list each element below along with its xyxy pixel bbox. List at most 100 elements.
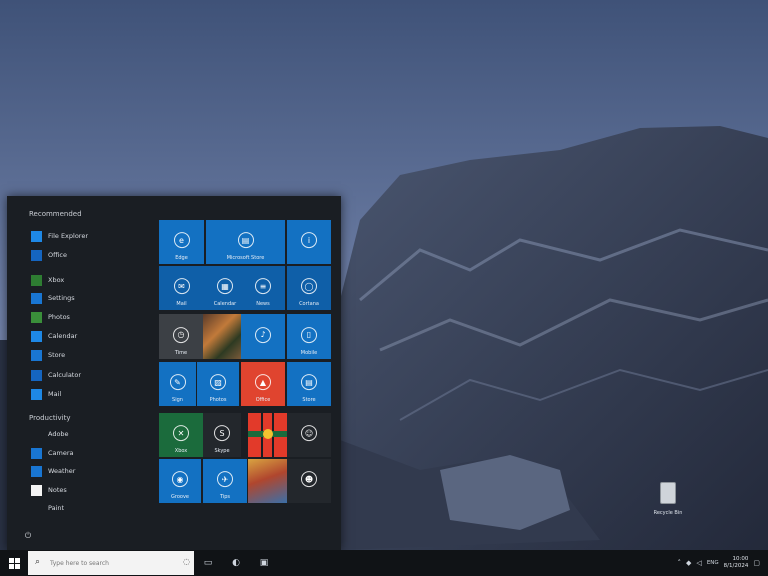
sign-icon: ✎ — [169, 374, 186, 391]
app-item-paint[interactable]: Paint — [31, 501, 149, 515]
tile-label: Mobile — [300, 350, 318, 356]
system-tray: ˄ ◆ ◁ ENG 10:00 8/1/2024 ▢ — [678, 550, 760, 576]
store-icon: ▤ — [237, 232, 254, 249]
app-item-label: Office — [48, 251, 67, 259]
weather-icon — [31, 465, 42, 477]
tile-label: Edge — [175, 255, 188, 261]
app-item-file-explorer[interactable]: File Explorer — [31, 229, 149, 243]
app-item-label: Notes — [48, 486, 67, 494]
app-item-label: Weather — [48, 467, 76, 475]
tile-time[interactable]: ◷ Time — [159, 314, 203, 359]
photos-icon — [31, 311, 42, 323]
mail-icon: ✉ — [173, 278, 190, 295]
chat-icon: ☺ — [301, 425, 317, 442]
desktop-icon-label: Recycle Bin — [653, 510, 683, 516]
tile-label: Store — [302, 397, 316, 403]
tile-store[interactable]: ▤ Store — [287, 362, 331, 406]
gear-icon — [31, 292, 42, 304]
app-item-camera[interactable]: Camera — [31, 446, 149, 460]
app-item-office[interactable]: Office — [31, 248, 149, 262]
app-item-store[interactable]: Store — [31, 348, 149, 362]
store-taskbar-icon[interactable]: ▣ — [254, 553, 274, 573]
tile-xbox[interactable]: ✕ Xbox — [159, 413, 203, 457]
app-item-label: Photos — [48, 313, 70, 321]
app-item-settings[interactable]: Settings — [31, 291, 149, 305]
tile-label: Xbox — [174, 448, 188, 454]
chevron-up-icon[interactable]: ˄ — [678, 559, 682, 567]
calendar-icon — [31, 330, 42, 342]
tile-microsoft-store[interactable]: ▤ Microsoft Store — [206, 220, 285, 264]
power-icon[interactable]: ⏻ — [21, 530, 35, 542]
tile-label: Office — [255, 397, 271, 403]
app-item-mail[interactable]: Mail — [31, 387, 149, 401]
tile-flag[interactable] — [248, 413, 287, 457]
music-icon: ♪ — [255, 326, 271, 343]
tile-edge[interactable]: e Edge — [159, 220, 204, 264]
app-item-calendar[interactable]: Calendar — [31, 329, 149, 343]
info-icon: i — [301, 232, 317, 249]
app-list: Recommended Productivity File Explorer Offi… — [7, 196, 155, 550]
app-item-label: Calendar — [48, 332, 78, 340]
tile-label: Mail — [176, 301, 187, 307]
tile-music[interactable]: ♪ — [241, 314, 285, 359]
tile-sign[interactable]: ✎ Sign — [159, 362, 196, 406]
folder-icon — [31, 230, 42, 242]
microphone-icon[interactable]: ◌ — [183, 557, 190, 566]
start-button[interactable] — [0, 550, 28, 576]
photos-icon: ▨ — [210, 374, 226, 391]
groove-icon: ◉ — [172, 471, 188, 488]
tile-photo[interactable] — [203, 314, 241, 359]
tile-groove[interactable]: ◉ Groove — [159, 459, 201, 503]
app-item-label: Store — [48, 351, 66, 359]
tile-label: Groove — [171, 494, 189, 500]
tile-label: Skype — [214, 448, 230, 454]
search-input[interactable] — [50, 556, 156, 570]
taskbar: ⌕ ◌ ▭ ◐ ▣ ˄ ◆ ◁ ENG 10:00 8/1/2024 ▢ — [0, 550, 768, 576]
tile-label: Tips — [219, 494, 231, 500]
tile-mobile[interactable]: ▯ Mobile — [287, 314, 331, 359]
app-item-calculator[interactable]: Calculator — [31, 368, 149, 382]
clock[interactable]: 10:00 8/1/2024 — [724, 556, 749, 570]
tile-skype[interactable]: S Skype — [203, 413, 241, 457]
tile-chat[interactable]: ☺ — [287, 413, 331, 457]
group-header: Recommended — [29, 210, 82, 218]
app-item-weather[interactable]: Weather — [31, 464, 149, 478]
tile-info[interactable]: i — [287, 220, 331, 264]
edge-taskbar-icon[interactable]: ◐ — [226, 553, 246, 573]
mail-icon — [31, 388, 42, 400]
task-view-icon[interactable]: ▭ — [198, 553, 218, 573]
app-item-label: Mail — [48, 390, 62, 398]
phone-icon: ▯ — [301, 326, 317, 343]
app-item-adobe[interactable]: Adobe — [31, 427, 149, 441]
office-icon — [31, 249, 42, 261]
skype-icon: S — [214, 425, 230, 442]
app-item-xbox[interactable]: Xbox — [31, 273, 149, 287]
tile-game[interactable] — [248, 459, 287, 503]
tile-photos[interactable]: ▨ Photos — [197, 362, 239, 406]
desktop-icon-recycle-bin[interactable]: Recycle Bin — [636, 482, 700, 526]
app-item-label: Camera — [48, 449, 74, 457]
network-icon[interactable]: ◆ — [686, 559, 691, 567]
app-item-label: Settings — [48, 294, 75, 302]
tile-tips[interactable]: ✈ Tips — [203, 459, 247, 503]
clock-icon: ◷ — [173, 326, 189, 343]
tile-office[interactable]: ▲ Office — [241, 362, 285, 406]
group-header: Productivity — [29, 414, 71, 422]
tile-mail[interactable]: ✉ Mail — [159, 266, 204, 310]
xbox-icon — [31, 274, 42, 286]
recycle-bin-icon — [660, 482, 676, 504]
tile-cortana[interactable]: ◯ Cortana — [287, 266, 331, 310]
notes-icon — [31, 484, 42, 496]
clock-time: 10:00 — [732, 556, 749, 562]
windows-logo-icon — [8, 557, 20, 569]
language-indicator[interactable]: ENG — [707, 560, 719, 566]
app-item-notes[interactable]: Notes — [31, 483, 149, 497]
app-item-photos[interactable]: Photos — [31, 310, 149, 324]
taskbar-search-box[interactable]: ⌕ ◌ — [28, 551, 194, 575]
adobe-icon — [31, 428, 42, 440]
volume-icon[interactable]: ◁ — [696, 559, 701, 567]
tile-news[interactable]: ≡ News — [241, 266, 285, 310]
clock-date: 8/1/2024 — [723, 563, 749, 569]
tile-people[interactable]: ☻ — [287, 459, 331, 503]
notification-icon[interactable]: ▢ — [753, 559, 760, 567]
